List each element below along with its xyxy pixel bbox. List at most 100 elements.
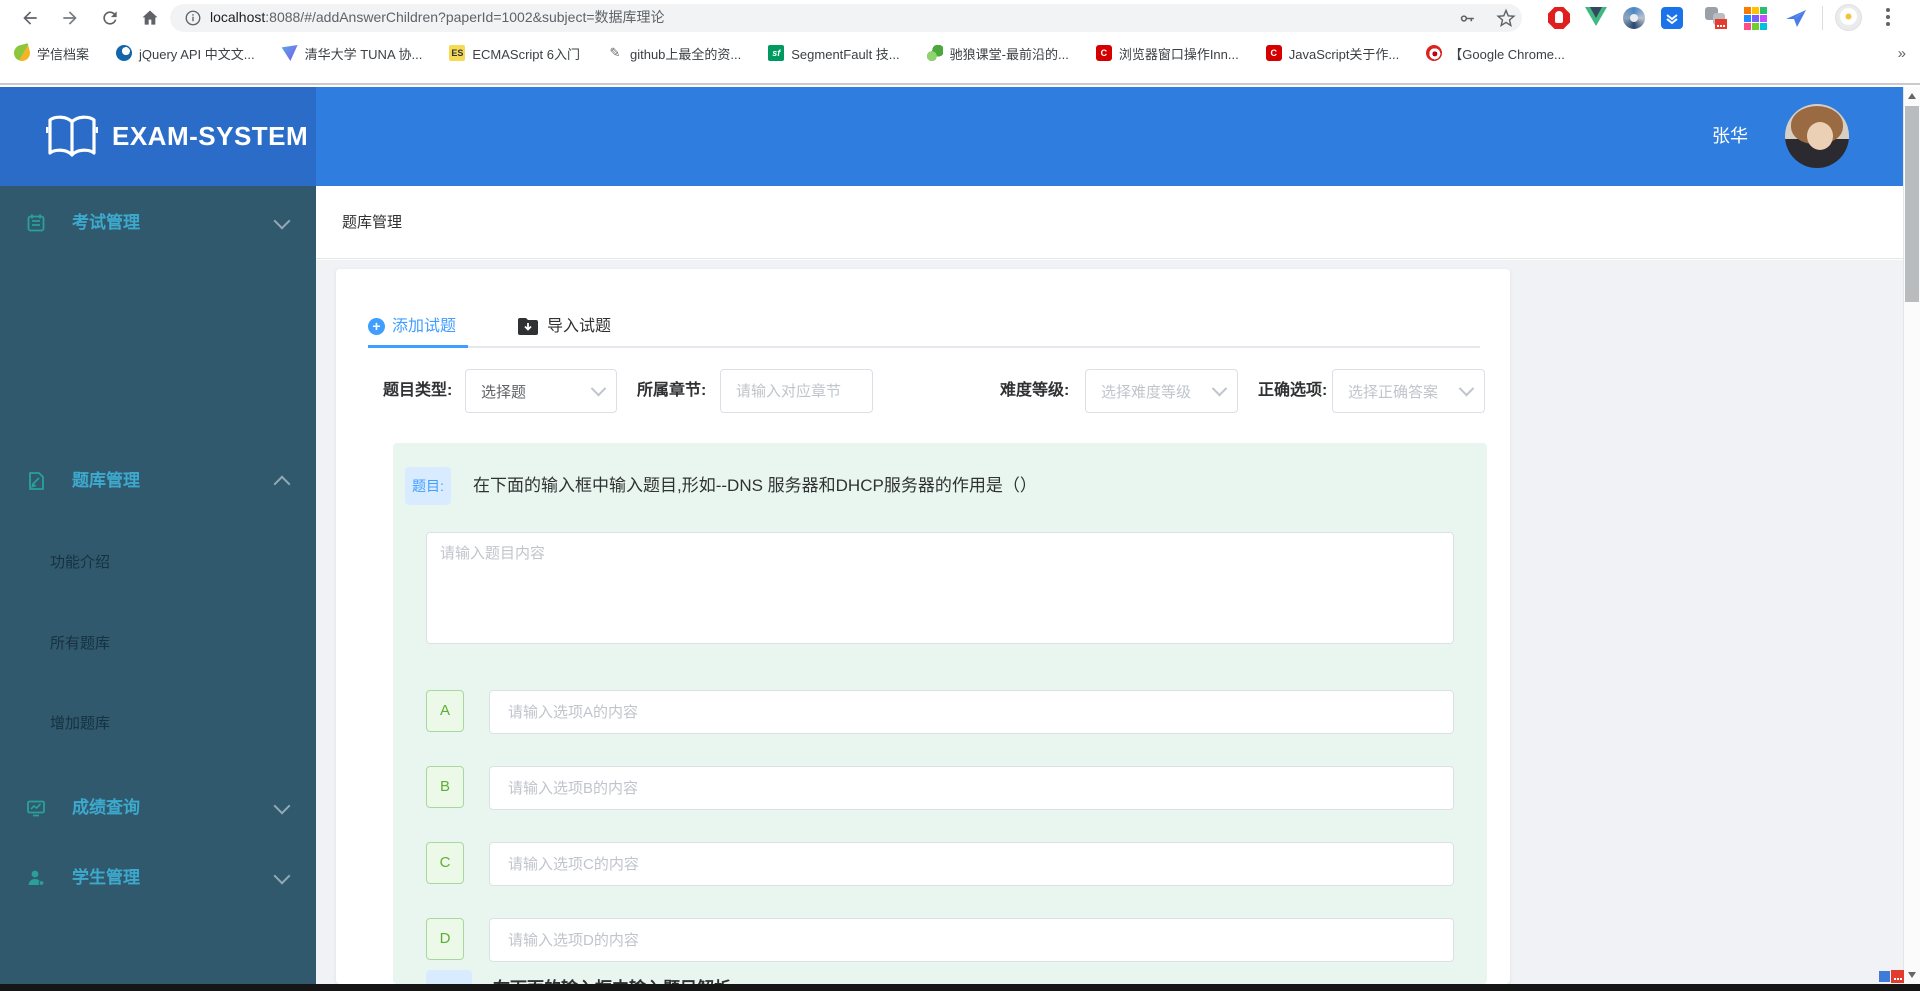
tab-bar-divider — [368, 346, 1480, 348]
active-tab-indicator — [368, 345, 468, 348]
chevron-down-icon — [274, 213, 291, 230]
forward-icon[interactable] — [60, 8, 80, 28]
screenshot-extension-icon[interactable] — [1705, 7, 1727, 29]
bookmark-item[interactable]: 【Google Chrome... — [1426, 44, 1565, 63]
question-panel: 题目: 在下面的输入框中输入题目,形如--DNS 服务器和DHCP服务器的作用是… — [393, 443, 1487, 984]
bookmark-item[interactable]: C浏览器窗口操作Inn... — [1096, 44, 1239, 63]
chevron-down-icon — [1459, 380, 1475, 396]
toolbar-separator — [1822, 6, 1823, 30]
chapter-input[interactable] — [720, 369, 873, 413]
info-icon[interactable] — [184, 9, 202, 27]
app-header: EXAM-SYSTEM — [0, 87, 1903, 186]
app-logo-text: EXAM-SYSTEM — [112, 87, 308, 186]
bookmark-item[interactable]: ESECMAScript 6入门 — [449, 44, 580, 63]
profile-avatar[interactable] — [1835, 4, 1862, 31]
difficulty-select[interactable]: 选择难度等级 — [1085, 369, 1238, 413]
chevron-down-icon — [274, 868, 291, 885]
option-c-input[interactable] — [489, 842, 1454, 886]
sidebar-item-student-manage[interactable]: 学生管理 — [0, 856, 316, 900]
correct-option-label: 正确选项: — [1258, 369, 1327, 413]
question-bank-icon — [26, 471, 46, 491]
sidebar-subitem-all-banks[interactable]: 所有题库 — [0, 622, 316, 666]
jquery-icon — [116, 45, 132, 61]
user-name[interactable]: 张华 — [1712, 87, 1748, 186]
sidebar-subitem-feature-intro[interactable]: 功能介绍 — [0, 541, 316, 585]
user-avatar[interactable] — [1785, 104, 1849, 168]
logo-block: EXAM-SYSTEM — [0, 87, 316, 186]
sidebar-subitem-add-bank[interactable]: 增加题库 — [0, 702, 316, 746]
question-type-select[interactable]: 选择题 — [465, 369, 617, 413]
option-d-input[interactable] — [489, 918, 1454, 962]
url-path: :8088/#/addAnswerChildren?paperId=1002&s… — [265, 9, 664, 25]
question-type-label: 题目类型: — [383, 369, 452, 413]
breadcrumb: 题库管理 — [342, 186, 402, 259]
taskbar-edge — [0, 984, 1920, 991]
student-manage-icon — [26, 868, 46, 888]
url-host: localhost — [210, 9, 265, 25]
bookmark-star-icon[interactable] — [1496, 8, 1516, 28]
chevron-down-icon — [1212, 380, 1228, 396]
scrollbar-thumb[interactable] — [1905, 106, 1919, 302]
chapter-label: 所属章节: — [637, 369, 706, 413]
fehelper-grid-icon[interactable] — [1744, 7, 1766, 29]
floating-badge-blue[interactable] — [1879, 971, 1890, 982]
browser-chrome: localhost:8088/#/addAnswerChildren?paper… — [0, 0, 1920, 85]
bird-extension-icon[interactable] — [1785, 7, 1807, 29]
exam-manage-icon — [26, 213, 46, 233]
question-prompt: 在下面的输入框中输入题目,形如--DNS 服务器和DHCP服务器的作用是（） — [473, 467, 1037, 505]
option-b-input[interactable] — [489, 766, 1454, 810]
analysis-badge — [426, 970, 472, 984]
csdn-icon: C — [1096, 45, 1112, 61]
sidebar-item-score-query[interactable]: 成绩查询 — [0, 786, 316, 830]
back-icon[interactable] — [20, 8, 40, 28]
option-b-badge: B — [426, 766, 464, 808]
scroll-up-arrow-icon[interactable] — [1908, 93, 1916, 99]
difficulty-label: 难度等级: — [1000, 369, 1069, 413]
page-scrollbar[interactable] — [1903, 87, 1920, 984]
tab-import-question[interactable]: 导入试题 — [517, 309, 627, 345]
refresh-icon[interactable] — [100, 8, 120, 28]
weibo-icon — [1426, 45, 1442, 61]
question-badge: 题目: — [405, 467, 451, 505]
score-query-icon — [26, 798, 46, 818]
bookmark-item[interactable]: CJavaScript关于作... — [1266, 44, 1400, 63]
tab-add-question[interactable]: + 添加试题 — [368, 309, 468, 345]
scroll-down-arrow-icon[interactable] — [1908, 972, 1916, 978]
github-pen-icon: ✎ — [607, 45, 623, 61]
bookmark-item[interactable]: jQuery API 中文文... — [116, 44, 255, 63]
chevron-down-icon — [591, 380, 607, 396]
import-icon — [517, 317, 539, 337]
screenshot-frame: localhost:8088/#/addAnswerChildren?paper… — [0, 0, 1920, 991]
correct-option-placeholder: 选择正确答案 — [1348, 381, 1438, 402]
bookmark-item[interactable]: sfSegmentFault 技... — [768, 44, 899, 63]
csdn-icon: C — [1266, 45, 1282, 61]
option-c-badge: C — [426, 842, 464, 884]
chevron-down-icon — [274, 798, 291, 815]
bookmark-item[interactable]: 清华大学 TUNA 协... — [282, 44, 423, 63]
url-text[interactable]: localhost:8088/#/addAnswerChildren?paper… — [210, 0, 665, 36]
option-a-badge: A — [426, 690, 464, 732]
segmentfault-icon: sf — [768, 45, 784, 61]
sidebar-item-exam-manage[interactable]: 考试管理 — [0, 201, 316, 245]
sidebar-nav: 考试管理 题库管理 功能介绍 所有题库 增加题库 成绩查询 — [0, 186, 316, 984]
adblock-icon[interactable] — [1548, 7, 1570, 29]
bookmark-item[interactable]: 学信档案 — [14, 44, 89, 63]
bookmark-item[interactable]: 驰狼课堂-最前沿的... — [927, 44, 1069, 63]
option-a-input[interactable] — [489, 690, 1454, 734]
vue-devtools-icon[interactable] — [1585, 7, 1607, 29]
password-key-icon[interactable] — [1458, 9, 1478, 29]
bookmark-item[interactable]: ✎github上最全的资... — [607, 44, 741, 63]
sidebar-item-question-bank[interactable]: 题库管理 — [0, 459, 316, 503]
bookmarks-overflow-chevron[interactable]: » — [1898, 45, 1906, 62]
difficulty-placeholder: 选择难度等级 — [1101, 381, 1191, 402]
floating-badge-red[interactable] — [1891, 970, 1904, 983]
option-d-badge: D — [426, 918, 464, 960]
check-extension-icon[interactable] — [1661, 7, 1683, 29]
es6-icon: ES — [449, 45, 465, 61]
question-content-textarea[interactable] — [426, 532, 1454, 644]
bookmarks-bar: 学信档案 jQuery API 中文文... 清华大学 TUNA 协... ES… — [0, 36, 1920, 70]
correct-option-select[interactable]: 选择正确答案 — [1332, 369, 1485, 413]
swirl-extension-icon[interactable] — [1623, 7, 1645, 29]
browser-menu-icon[interactable] — [1886, 8, 1890, 28]
home-icon[interactable] — [140, 8, 160, 28]
